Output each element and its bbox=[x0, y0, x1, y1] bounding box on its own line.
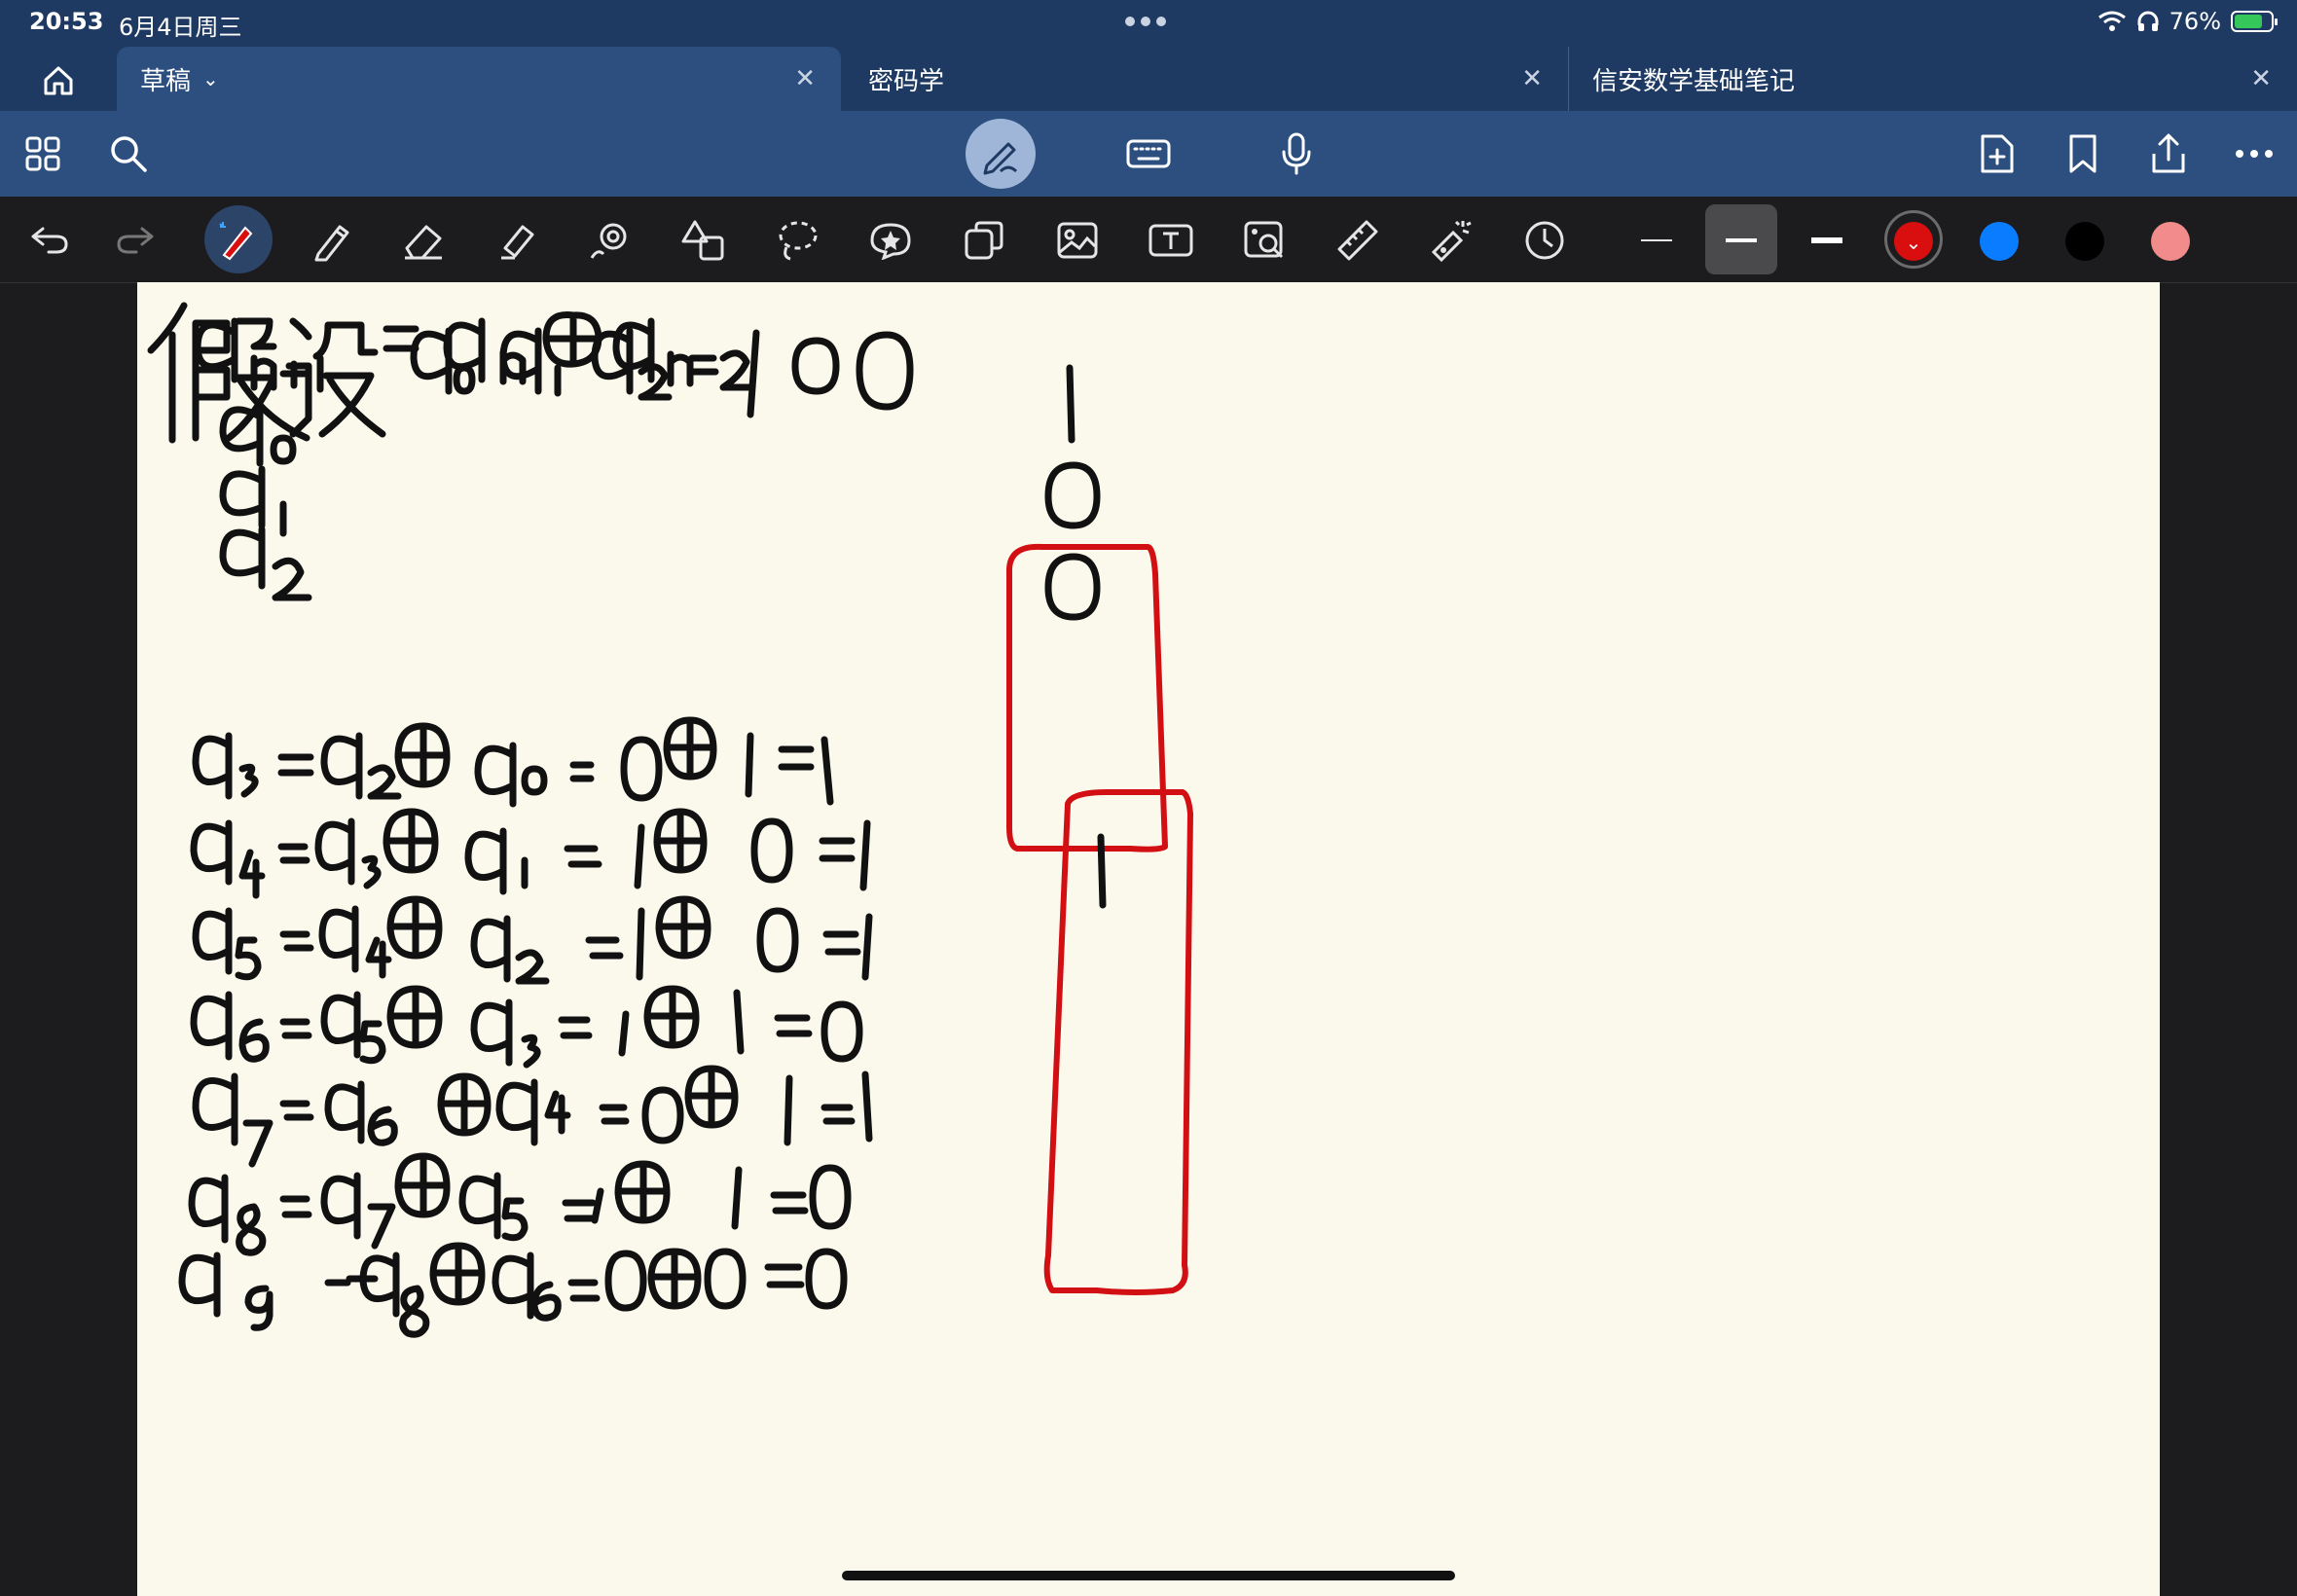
pen-mode-button[interactable] bbox=[966, 119, 1036, 189]
main-toolbar bbox=[0, 111, 2297, 197]
stroke-thin[interactable] bbox=[1632, 216, 1681, 265]
tab-math-notes[interactable]: 信安数学基础笔记 ✕ bbox=[1569, 47, 2297, 111]
home-icon bbox=[44, 66, 73, 95]
home-button[interactable] bbox=[19, 56, 97, 105]
bookmark-icon[interactable] bbox=[2060, 130, 2106, 177]
handwriting-strokes bbox=[147, 302, 1193, 1338]
eraser-icon[interactable] bbox=[399, 216, 448, 265]
shape-tool-icon[interactable] bbox=[586, 216, 635, 265]
pencil-icon[interactable] bbox=[308, 216, 356, 265]
close-icon[interactable]: ✕ bbox=[794, 64, 816, 93]
headphones-icon bbox=[2137, 11, 2159, 31]
chevron-down-icon[interactable]: ⌄ bbox=[202, 67, 219, 91]
keyboard-icon[interactable] bbox=[1125, 130, 1172, 177]
chevron-down-icon[interactable]: ⌄ bbox=[1889, 218, 1938, 267]
note-canvas[interactable] bbox=[137, 282, 2160, 1596]
stroke-medium[interactable] bbox=[1717, 216, 1766, 265]
handwritten-steps bbox=[178, 716, 873, 1338]
close-icon[interactable]: ✕ bbox=[1521, 64, 1543, 93]
undo-icon[interactable] bbox=[25, 216, 74, 265]
share-icon[interactable] bbox=[2145, 130, 2192, 177]
handwritten-initial-values bbox=[1044, 364, 1101, 621]
wifi-icon bbox=[2097, 11, 2126, 31]
battery-icon bbox=[2231, 11, 2278, 32]
color-black[interactable] bbox=[2065, 222, 2104, 261]
status-bar: 20:53 6月4日周三 76% bbox=[0, 0, 2297, 47]
color-blue[interactable] bbox=[1980, 222, 2019, 261]
handwritten-result-values bbox=[1097, 833, 1107, 909]
shapes-icon[interactable] bbox=[679, 216, 728, 265]
microphone-icon[interactable] bbox=[1273, 130, 1320, 177]
tab-label: 信安数学基础笔记 bbox=[1592, 66, 1796, 96]
elements-icon[interactable] bbox=[960, 216, 1008, 265]
status-date: 6月4日周三 bbox=[119, 14, 242, 41]
pen-mode-icon bbox=[983, 142, 1018, 175]
clock-icon[interactable] bbox=[1520, 216, 1569, 265]
more-icon[interactable] bbox=[2231, 130, 2278, 177]
lasso-icon[interactable] bbox=[773, 216, 821, 265]
tab-bar: 草稿 ⌄ ✕ 密码学 ✕ 信安数学基础笔记 ✕ bbox=[0, 47, 2297, 111]
red-box-results bbox=[1043, 789, 1193, 1295]
text-box-icon[interactable] bbox=[1147, 216, 1195, 265]
red-box-initial bbox=[1006, 543, 1168, 852]
handwritten-assumption bbox=[147, 302, 914, 444]
close-icon[interactable]: ✕ bbox=[2250, 64, 2272, 93]
tab-label: 草稿 bbox=[140, 66, 192, 96]
grid-icon[interactable] bbox=[19, 130, 66, 177]
pen-icon[interactable] bbox=[214, 216, 263, 265]
tab-draft[interactable]: 草稿 ⌄ ✕ bbox=[117, 47, 841, 111]
color-pink[interactable] bbox=[2151, 222, 2190, 261]
sticker-icon[interactable] bbox=[866, 216, 915, 265]
battery-percent: 76% bbox=[2169, 8, 2221, 35]
search-icon[interactable] bbox=[105, 130, 152, 177]
tab-cryptography[interactable]: 密码学 ✕ bbox=[845, 47, 1569, 111]
redo-icon[interactable] bbox=[111, 216, 160, 265]
laser-pointer-icon[interactable] bbox=[1427, 216, 1476, 265]
status-right: 76% bbox=[2097, 8, 2278, 35]
camera-icon[interactable] bbox=[1240, 216, 1289, 265]
highlighter-icon[interactable] bbox=[492, 216, 541, 265]
stroke-thick[interactable] bbox=[1803, 216, 1851, 265]
multitask-dots-icon[interactable] bbox=[1125, 17, 1166, 26]
home-indicator[interactable] bbox=[842, 1571, 1455, 1580]
image-icon[interactable] bbox=[1053, 216, 1102, 265]
tab-label: 密码学 bbox=[868, 66, 945, 96]
drawing-toolbar: ⌄ bbox=[0, 197, 2297, 283]
add-page-icon[interactable] bbox=[1974, 130, 2021, 177]
ruler-icon[interactable] bbox=[1333, 216, 1382, 265]
status-time: 20:53 bbox=[29, 8, 104, 35]
